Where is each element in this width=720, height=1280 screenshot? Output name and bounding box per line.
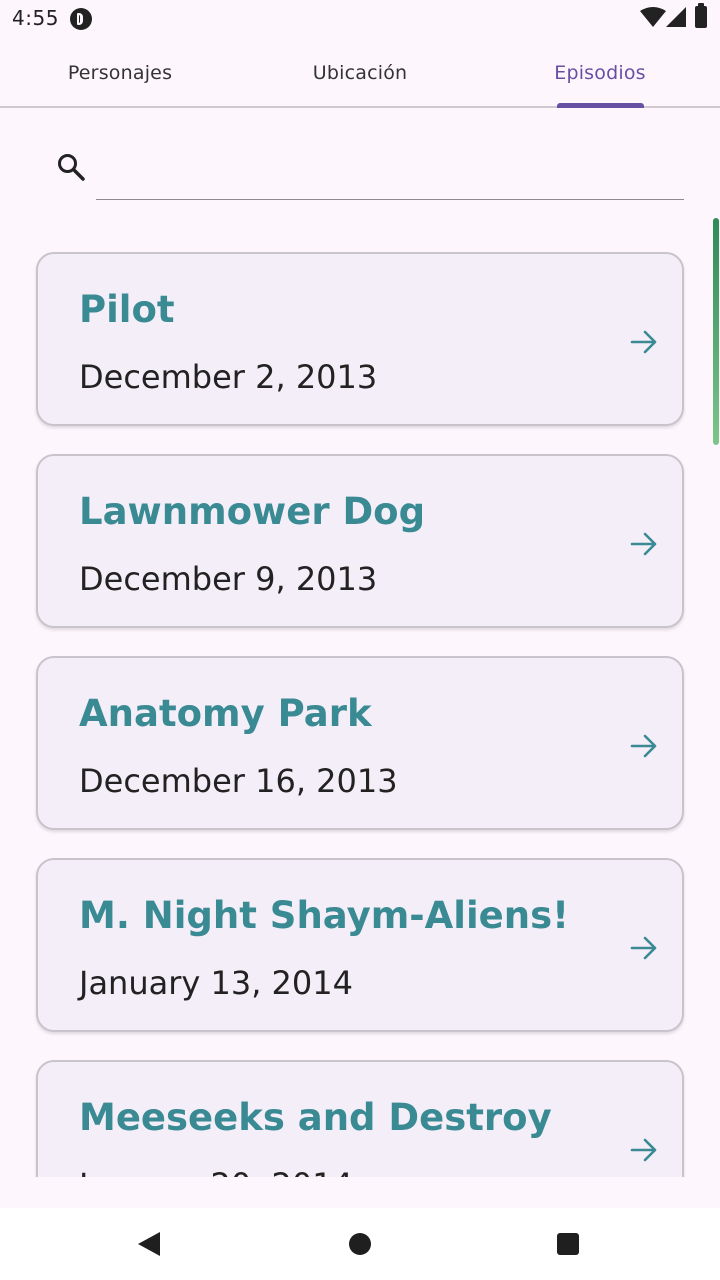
episode-card[interactable]: Lawnmower Dog December 9, 2013	[36, 454, 684, 628]
episode-name: Lawnmower Dog	[79, 490, 426, 533]
signal-icon	[666, 7, 686, 27]
episode-card[interactable]: Anatomy Park December 16, 2013	[36, 656, 684, 830]
navigation-bar	[0, 1208, 720, 1280]
episode-card[interactable]: Meeseeks and Destroy January 20, 2014	[36, 1060, 684, 1177]
episode-air-date: December 9, 2013	[79, 560, 378, 598]
app-notification-icon	[70, 8, 92, 30]
tab-indicator	[557, 103, 644, 108]
arrow-forward-icon[interactable]	[630, 1136, 658, 1164]
arrow-forward-icon[interactable]	[630, 328, 658, 356]
arrow-forward-icon[interactable]	[630, 530, 658, 558]
search-input[interactable]	[96, 140, 684, 200]
arrow-forward-icon[interactable]	[630, 732, 658, 760]
episode-name: Pilot	[79, 288, 175, 331]
status-time: 4:55	[12, 6, 59, 30]
status-bar: 4:55	[0, 0, 720, 40]
battery-icon	[695, 3, 707, 28]
episode-list: Pilot December 2, 2013 Lawnmower Dog Dec…	[0, 240, 720, 1177]
episode-name: Meeseeks and Destroy	[79, 1096, 552, 1139]
home-icon[interactable]	[349, 1233, 371, 1255]
episode-air-date: December 16, 2013	[79, 762, 398, 800]
tab-episodios[interactable]: Episodios	[480, 40, 720, 106]
episode-name: Anatomy Park	[79, 692, 372, 735]
episode-card[interactable]: Pilot December 2, 2013	[36, 252, 684, 426]
arrow-forward-icon[interactable]	[630, 934, 658, 962]
tab-personajes[interactable]: Personajes	[0, 40, 240, 106]
tab-bar: Personajes Ubicación Episodios	[0, 40, 720, 108]
episode-air-date: December 2, 2013	[79, 358, 378, 396]
back-icon[interactable]	[138, 1232, 160, 1256]
recents-icon[interactable]	[557, 1233, 579, 1255]
episode-air-date: January 13, 2014	[79, 964, 353, 1002]
episode-name: M. Night Shaym-Aliens!	[79, 894, 569, 937]
tab-ubicacion[interactable]: Ubicación	[240, 40, 480, 106]
search-icon[interactable]	[56, 152, 86, 182]
scrollbar[interactable]	[713, 218, 719, 445]
screen: 4:55 Personajes Ubicación Episodios Pilo…	[0, 0, 720, 1280]
wifi-icon	[640, 7, 666, 27]
episode-card[interactable]: M. Night Shaym-Aliens! January 13, 2014	[36, 858, 684, 1032]
episode-air-date: January 20, 2014	[79, 1166, 353, 1177]
